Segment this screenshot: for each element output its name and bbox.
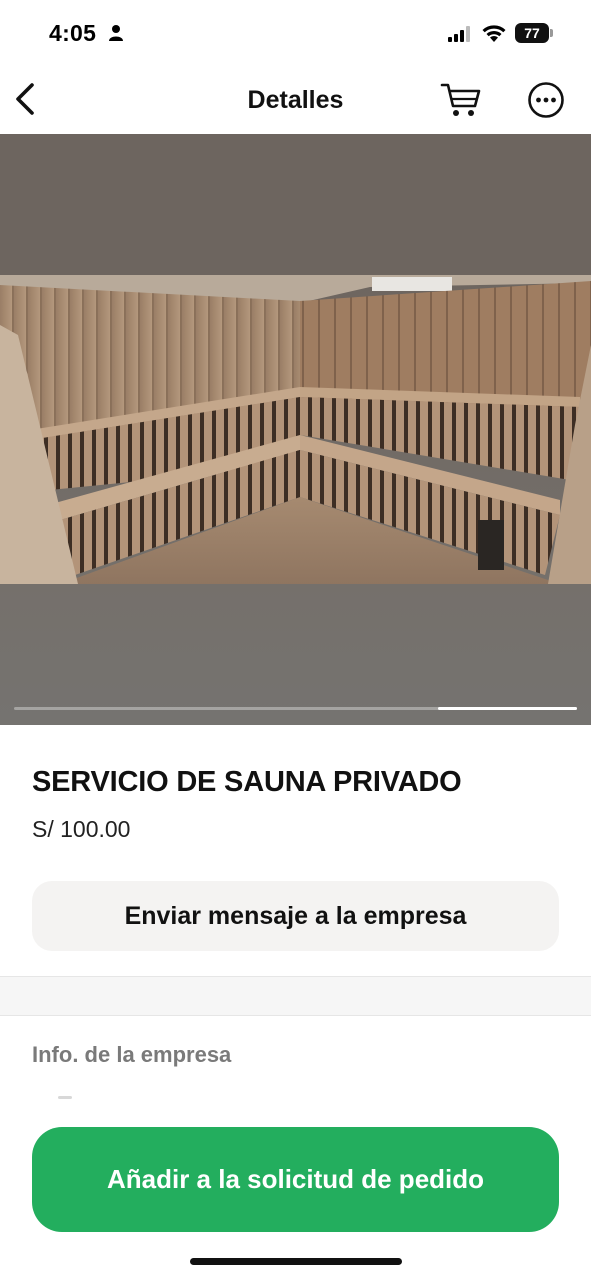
- gallery-progress-track: [14, 707, 577, 710]
- company-info-peek: [58, 1096, 72, 1099]
- cellular-signal-icon: [448, 26, 470, 42]
- message-company-button[interactable]: Enviar mensaje a la empresa: [32, 881, 559, 951]
- product-image-gallery[interactable]: [0, 134, 591, 725]
- product-price: S/ 100.00: [32, 816, 131, 842]
- gallery-progress-indicator: [438, 707, 577, 710]
- person-icon: [109, 25, 123, 41]
- home-indicator[interactable]: [190, 1258, 402, 1265]
- wifi-icon: [482, 25, 506, 42]
- sauna-photo: [0, 275, 591, 584]
- battery-level: 77: [515, 23, 549, 43]
- nav-bar: Detalles: [0, 66, 591, 134]
- cart-icon[interactable]: [440, 80, 482, 120]
- status-time: 4:05: [49, 20, 97, 46]
- battery-tip: [550, 29, 553, 37]
- battery-indicator: 77: [515, 23, 553, 43]
- status-bar: 4:05 77: [0, 0, 591, 66]
- more-options-icon[interactable]: [527, 81, 565, 119]
- product-title: SERVICIO DE SAUNA PRIVADO: [32, 766, 462, 798]
- add-to-order-request-button[interactable]: Añadir a la solicitud de pedido: [32, 1127, 559, 1232]
- page-title: Detalles: [247, 86, 344, 114]
- company-info-label: Info. de la empresa: [32, 1042, 232, 1067]
- section-divider: [0, 976, 591, 1016]
